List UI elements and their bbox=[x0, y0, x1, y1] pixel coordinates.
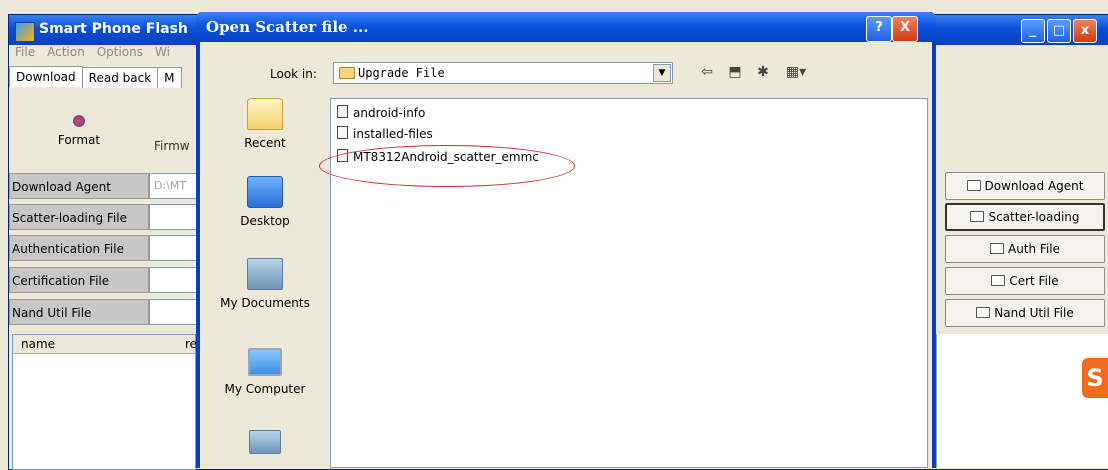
list-header: name re bbox=[13, 335, 197, 354]
list-item[interactable]: android-info bbox=[337, 105, 425, 123]
dialog-body: Look in: Upgrade File ▼ ⇦ ⬒ ✱ ▦▾ Recent … bbox=[200, 42, 932, 468]
recent-folder-icon bbox=[247, 98, 283, 130]
list-item[interactable]: installed-files bbox=[337, 126, 433, 144]
minimize-icon[interactable]: _ bbox=[1021, 19, 1045, 43]
place-my-computer[interactable]: My Computer bbox=[210, 348, 320, 396]
file-list[interactable]: android-info installed-files MT8312Andro… bbox=[319, 98, 928, 468]
network-places-icon bbox=[249, 430, 281, 454]
places-bar: Recent Desktop My Documents My Computer bbox=[210, 98, 320, 468]
scatter-loading-field[interactable] bbox=[149, 204, 199, 230]
nand-util-file-button[interactable]: Nand Util File bbox=[945, 299, 1105, 327]
new-folder-icon[interactable]: ✱ bbox=[752, 62, 774, 82]
place-my-documents[interactable]: My Documents bbox=[210, 258, 320, 310]
my-documents-icon bbox=[247, 258, 283, 290]
desktop-icon bbox=[247, 176, 283, 208]
folder-open-icon bbox=[991, 275, 1006, 286]
authentication-field[interactable] bbox=[149, 235, 199, 261]
place-recent[interactable]: Recent bbox=[210, 98, 320, 150]
tab-read-back[interactable]: Read back bbox=[81, 67, 159, 88]
download-agent-field[interactable]: D:\MT bbox=[149, 173, 199, 199]
folder-icon bbox=[339, 67, 355, 79]
close-icon[interactable]: x bbox=[1073, 19, 1097, 43]
column-name[interactable]: name bbox=[21, 337, 55, 351]
download-agent-label: Download Agent bbox=[9, 173, 149, 199]
my-computer-icon bbox=[248, 348, 282, 376]
nand-util-label: Nand Util File bbox=[9, 299, 149, 325]
scatter-loading-button[interactable]: Scatter-loading bbox=[945, 203, 1105, 231]
help-icon[interactable]: ? bbox=[866, 16, 892, 42]
auth-file-button[interactable]: Auth File bbox=[945, 235, 1105, 263]
app-icon bbox=[15, 22, 35, 42]
folder-open-icon bbox=[966, 180, 981, 191]
back-icon[interactable]: ⇦ bbox=[696, 62, 718, 82]
dialog-titlebar: Open Scatter file ... ? X bbox=[196, 12, 936, 42]
firmware-upgrade-button[interactable]: Firmw bbox=[154, 139, 190, 153]
folder-open-icon bbox=[989, 243, 1004, 254]
file-icon bbox=[337, 126, 348, 139]
authentication-label: Authentication File bbox=[9, 235, 149, 261]
right-panel bbox=[936, 334, 1108, 468]
place-network[interactable] bbox=[210, 430, 320, 460]
look-in-dropdown[interactable]: Upgrade File ▼ bbox=[333, 62, 673, 84]
scatter-loading-label: Scatter-loading File bbox=[9, 204, 149, 230]
format-icon bbox=[73, 115, 85, 127]
tab-memory-test[interactable]: M bbox=[157, 67, 182, 88]
maximize-icon[interactable]: □ bbox=[1047, 19, 1071, 43]
menu-window[interactable]: Wi bbox=[155, 45, 170, 59]
menu-options[interactable]: Options bbox=[97, 45, 143, 59]
download-agent-button[interactable]: Download Agent bbox=[945, 172, 1105, 200]
tab-download[interactable]: Download bbox=[9, 66, 83, 87]
dialog-title: Open Scatter file ... bbox=[206, 18, 369, 36]
menu-action[interactable]: Action bbox=[47, 45, 85, 59]
format-button[interactable]: Format bbox=[49, 115, 109, 147]
certification-field[interactable] bbox=[149, 267, 199, 293]
s-logo-icon: S bbox=[1082, 358, 1108, 398]
menu-file[interactable]: File bbox=[15, 45, 35, 59]
download-list[interactable]: name re bbox=[12, 334, 197, 470]
look-in-value: Upgrade File bbox=[358, 66, 445, 80]
app-title: Smart Phone Flash bbox=[39, 21, 188, 37]
certification-label: Certification File bbox=[9, 267, 149, 293]
folder-open-icon bbox=[970, 211, 985, 222]
open-scatter-dialog: Open Scatter file ... ? X Look in: Upgra… bbox=[196, 12, 936, 468]
file-icon bbox=[337, 105, 348, 118]
close-icon[interactable]: X bbox=[892, 16, 918, 42]
up-folder-icon[interactable]: ⬒ bbox=[724, 62, 746, 82]
red-highlight-ellipse bbox=[319, 145, 575, 187]
cert-file-button[interactable]: Cert File bbox=[945, 267, 1105, 295]
folder-open-icon bbox=[976, 307, 991, 318]
look-in-label: Look in: bbox=[270, 67, 317, 81]
chevron-down-icon[interactable]: ▼ bbox=[653, 64, 671, 82]
tab-bar: Download Read back M bbox=[9, 66, 182, 91]
format-label: Format bbox=[57, 133, 101, 147]
view-menu-icon[interactable]: ▦▾ bbox=[782, 62, 810, 82]
nand-util-field[interactable] bbox=[149, 299, 199, 325]
place-desktop[interactable]: Desktop bbox=[210, 176, 320, 228]
